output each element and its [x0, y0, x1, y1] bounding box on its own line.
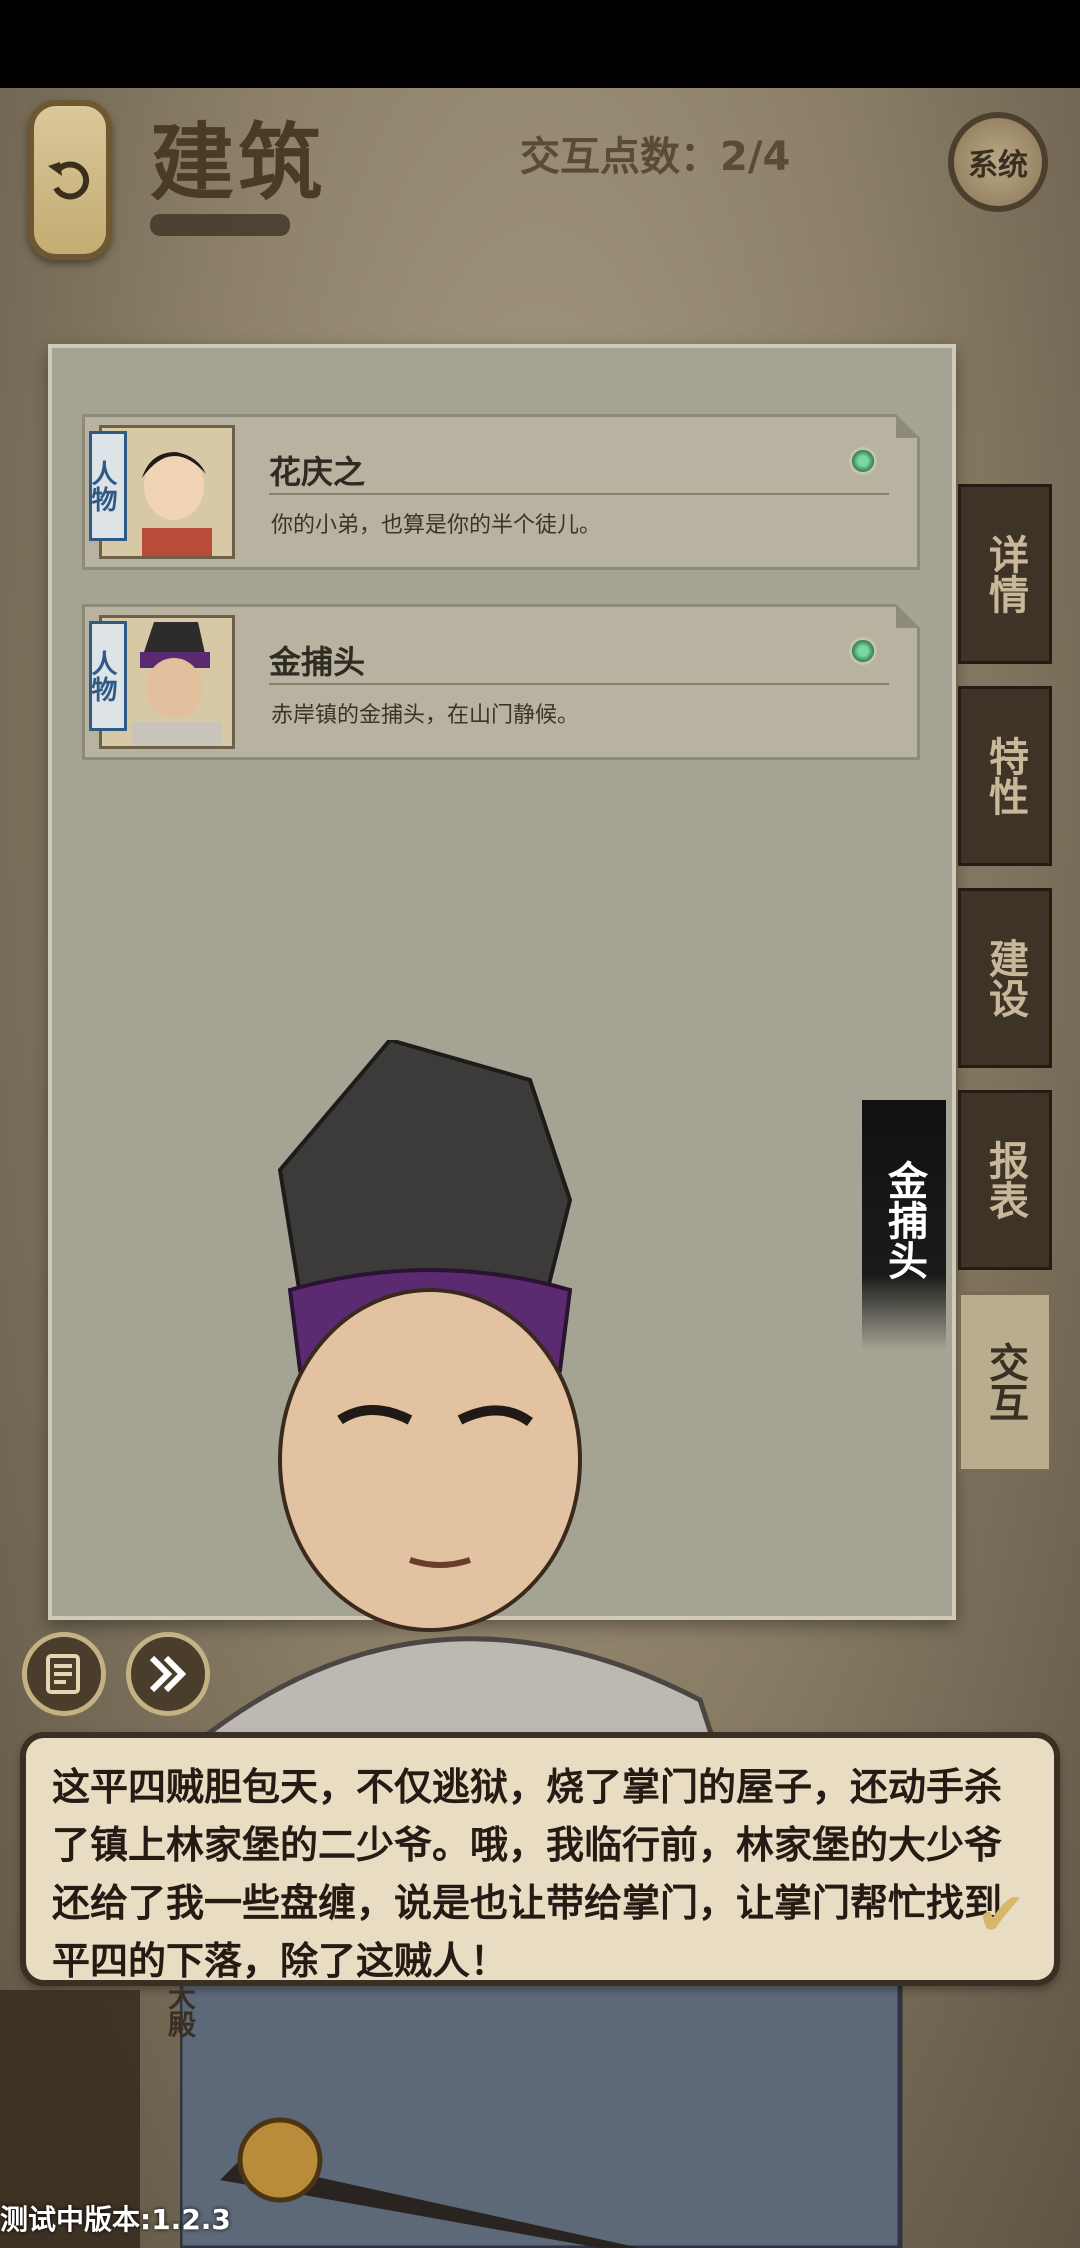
character-card[interactable]: 人物 金捕头 赤岸镇的金捕头，在山门静候。: [82, 604, 920, 760]
log-button[interactable]: [22, 1632, 106, 1716]
fast-forward-icon: [149, 1655, 187, 1693]
back-arrow-icon: [48, 161, 90, 200]
speaker-name: 金捕头: [881, 1160, 927, 1280]
dialog-text: 这平四贼胆包天，不仅逃狱，烧了掌门的屋子，还动手杀了镇上林家堡的二少爷。哦，我临…: [52, 1765, 1003, 1983]
title-brush-stroke: [150, 214, 290, 236]
status-gem-icon: [849, 447, 877, 475]
status-gem-icon: [849, 637, 877, 665]
character-description: 赤岸镇的金捕头，在山门静候。: [271, 703, 580, 728]
continue-check-icon[interactable]: ✔: [976, 1880, 1026, 1950]
fast-forward-button[interactable]: [126, 1632, 210, 1716]
character-name: 金捕头: [269, 643, 366, 681]
log-icon: [46, 1654, 80, 1694]
character-tag: 人物: [87, 621, 127, 731]
character-description: 你的小弟，也算是你的半个徒儿。: [271, 513, 602, 538]
interaction-points: 交互点数：2/4: [520, 134, 791, 180]
divider: [269, 683, 889, 685]
building-label: 大殿: [164, 1982, 197, 2038]
dialog-box[interactable]: 这平四贼胆包天，不仅逃狱，烧了掌门的屋子，还动手杀了镇上林家堡的二少爷。哦，我临…: [20, 1732, 1060, 1986]
back-button[interactable]: [28, 100, 112, 260]
system-button[interactable]: 系统: [948, 112, 1048, 212]
tab-traits[interactable]: 特性: [958, 686, 1052, 866]
version-label: 测试中版本:1.2.3: [0, 2203, 231, 2236]
character-tag: 人物: [87, 431, 127, 541]
page-title: 建筑: [150, 113, 327, 212]
character-name: 花庆之: [269, 453, 366, 491]
divider: [269, 493, 889, 495]
tab-details[interactable]: 详情: [958, 484, 1052, 664]
status-bar: [0, 0, 1080, 88]
character-card[interactable]: 人物 花庆之 你的小弟，也算是你的半个徒儿。: [82, 414, 920, 570]
speaker-name-banner: 金捕头: [862, 1100, 946, 1350]
